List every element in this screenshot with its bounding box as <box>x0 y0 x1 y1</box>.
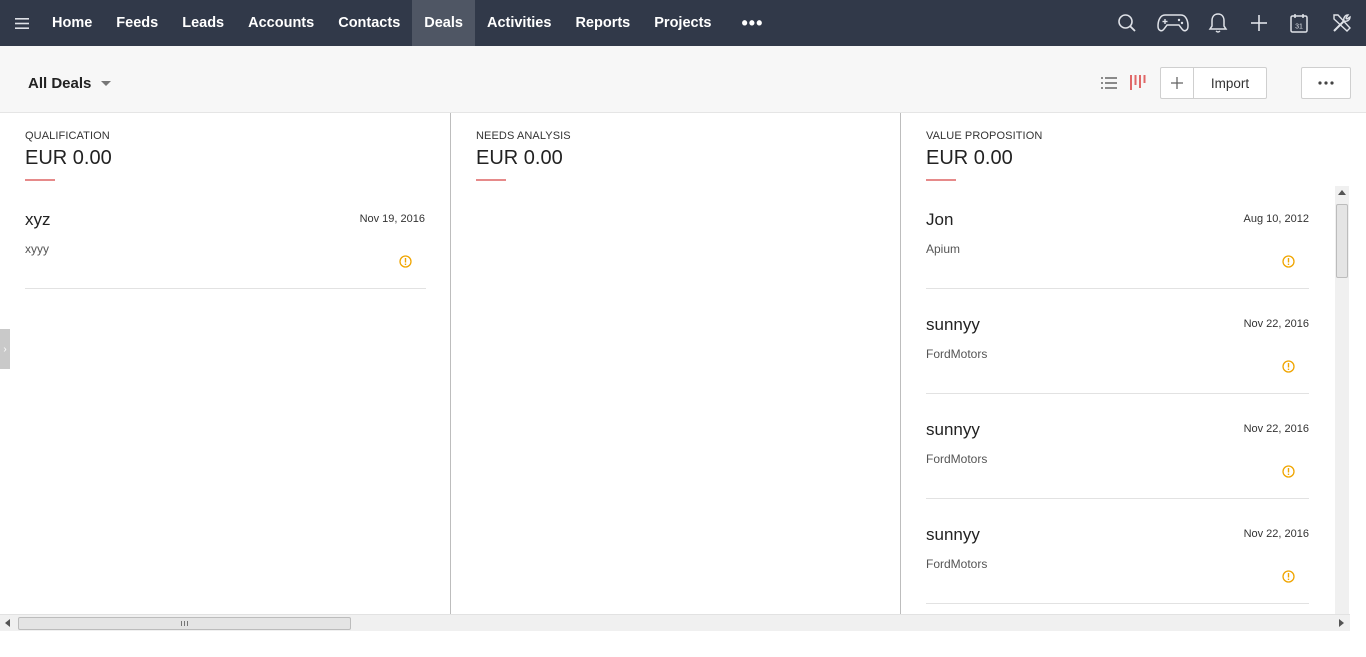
deal-card[interactable]: xyz Nov 19, 2016 xyyy <box>25 184 426 289</box>
tab-leads[interactable]: Leads <box>170 0 236 46</box>
deal-card[interactable]: sunnyy Nov 22, 2016 FordMotors <box>926 394 1309 499</box>
tab-activities[interactable]: Activities <box>475 0 563 46</box>
warning-icon[interactable] <box>1282 360 1295 378</box>
view-toolbar: All Deals Import <box>0 46 1366 113</box>
plus-icon <box>1171 77 1183 89</box>
module-tabs: Home Feeds Leads Accounts Contacts Deals… <box>40 0 723 46</box>
stage-header: QUALIFICATION EUR 0.00 <box>25 130 112 181</box>
hamburger-menu-icon[interactable] <box>4 0 40 46</box>
tab-accounts[interactable]: Accounts <box>236 0 326 46</box>
side-panel-toggle[interactable]: › <box>0 329 10 369</box>
deal-closing-date: Nov 22, 2016 <box>1243 423 1309 435</box>
deal-card[interactable]: sunnyy Nov 22, 2016 FordMotors <box>926 289 1309 394</box>
calendar-icon[interactable]: 31 <box>1280 0 1318 46</box>
stage-name: QUALIFICATION <box>25 130 110 142</box>
more-modules-button[interactable]: ••• <box>723 0 781 46</box>
deal-closing-date: Aug 10, 2012 <box>1243 213 1309 225</box>
stage-header: VALUE PROPOSITION EUR 0.00 <box>926 130 1042 181</box>
warning-icon[interactable] <box>399 255 412 273</box>
view-selector-label: All Deals <box>28 75 92 92</box>
deal-name: sunnyy <box>926 315 980 334</box>
deal-account-name: FordMotors <box>926 557 988 571</box>
stage-header: NEEDS ANALYSIS EUR 0.00 <box>476 130 571 181</box>
import-button[interactable]: Import <box>1194 68 1266 98</box>
plus-icon[interactable] <box>1238 0 1280 46</box>
stage-underline <box>476 179 506 181</box>
deal-account-name: Apium <box>926 242 961 256</box>
deal-closing-date: Nov 22, 2016 <box>1243 318 1309 330</box>
warning-icon[interactable] <box>1282 255 1295 273</box>
tab-projects[interactable]: Projects <box>642 0 723 46</box>
deal-card[interactable]: Jon Aug 10, 2012 Apium <box>926 184 1309 289</box>
scroll-up-arrow-icon[interactable] <box>1338 190 1346 195</box>
board-horizontal-scrollbar[interactable] <box>0 614 1350 631</box>
stage-underline <box>25 179 55 181</box>
chevron-down-icon <box>101 81 112 86</box>
tab-contacts[interactable]: Contacts <box>326 0 412 46</box>
warning-icon[interactable] <box>1282 570 1295 588</box>
stage-amount: EUR 0.00 <box>476 147 563 169</box>
calendar-day-text: 31 <box>1295 24 1303 31</box>
tab-reports[interactable]: Reports <box>563 0 642 46</box>
stage-name: VALUE PROPOSITION <box>926 130 1043 142</box>
stage-underline <box>926 179 956 181</box>
nav-utility-icons: 31 <box>1106 0 1366 46</box>
tab-home[interactable]: Home <box>40 0 104 46</box>
kanban-view-icon[interactable] <box>1130 75 1146 95</box>
stage-column-needs-analysis: NEEDS ANALYSIS EUR 0.00 <box>451 113 900 614</box>
more-actions-button[interactable] <box>1301 67 1351 99</box>
deal-closing-date: Nov 22, 2016 <box>1243 528 1309 540</box>
deal-name: Jon <box>926 210 954 229</box>
deal-name: xyz <box>25 210 51 229</box>
create-deal-button[interactable] <box>1161 68 1194 98</box>
view-selector-dropdown[interactable]: All Deals <box>28 75 112 92</box>
chevron-right-icon: › <box>3 343 7 355</box>
vertical-scroll-thumb[interactable] <box>1336 204 1348 278</box>
tools-icon[interactable] <box>1318 0 1366 46</box>
deal-name: sunnyy <box>926 420 980 439</box>
gamepad-icon[interactable] <box>1148 0 1198 46</box>
more-dots-icon <box>1318 81 1334 85</box>
stage-amount: EUR 0.00 <box>25 147 112 169</box>
top-navigation-bar: Home Feeds Leads Accounts Contacts Deals… <box>0 0 1366 46</box>
tab-deals[interactable]: Deals <box>412 0 475 46</box>
deal-closing-date: Nov 19, 2016 <box>359 213 425 225</box>
bell-icon[interactable] <box>1198 0 1238 46</box>
scroll-right-arrow-icon[interactable] <box>1339 619 1344 627</box>
column-vertical-scrollbar[interactable] <box>1335 186 1349 614</box>
tab-feeds[interactable]: Feeds <box>104 0 170 46</box>
search-icon[interactable] <box>1106 0 1148 46</box>
stage-amount: EUR 0.00 <box>926 147 1013 169</box>
deal-account-name: FordMotors <box>926 452 988 466</box>
list-view-icon[interactable] <box>1101 76 1117 95</box>
scroll-left-arrow-icon[interactable] <box>5 619 10 627</box>
stage-name: NEEDS ANALYSIS <box>476 130 571 142</box>
deal-card[interactable]: sunnyy Nov 22, 2016 FordMotors <box>926 499 1309 604</box>
horizontal-scroll-thumb[interactable] <box>18 617 351 630</box>
deal-account-name: xyyy <box>25 242 49 256</box>
create-import-button-group: Import <box>1160 67 1267 99</box>
deal-name: sunnyy <box>926 525 980 544</box>
grip-icon <box>181 621 188 626</box>
warning-icon[interactable] <box>1282 465 1295 483</box>
deal-account-name: FordMotors <box>926 347 988 361</box>
